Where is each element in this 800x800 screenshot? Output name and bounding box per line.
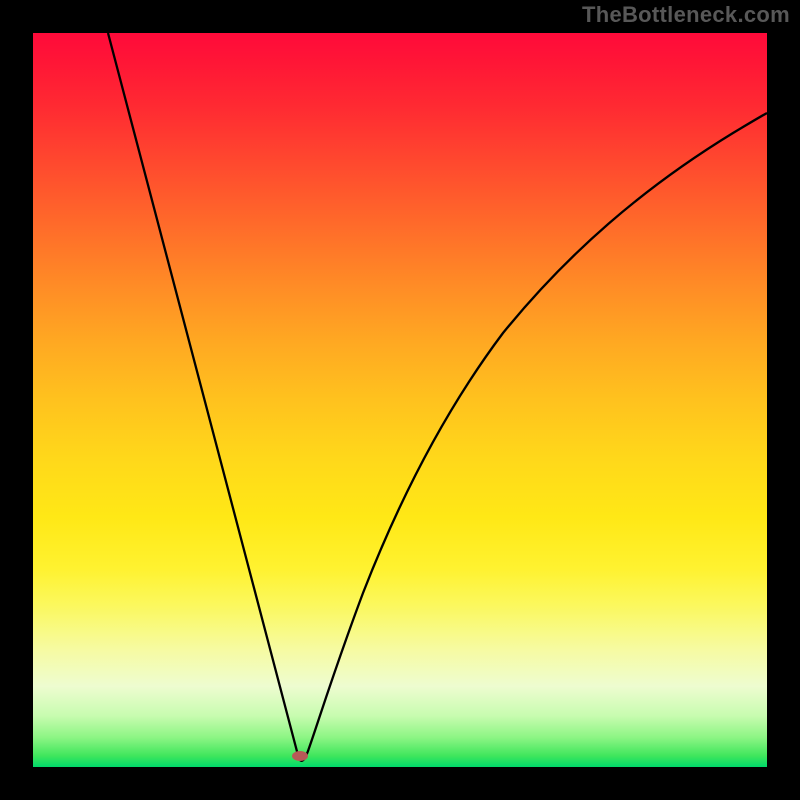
optimal-point-marker [292, 751, 308, 761]
watermark-text: TheBottleneck.com [582, 2, 790, 28]
curve-path [108, 33, 767, 761]
bottleneck-curve [33, 33, 767, 767]
chart-frame: TheBottleneck.com [0, 0, 800, 800]
plot-area [33, 33, 767, 767]
